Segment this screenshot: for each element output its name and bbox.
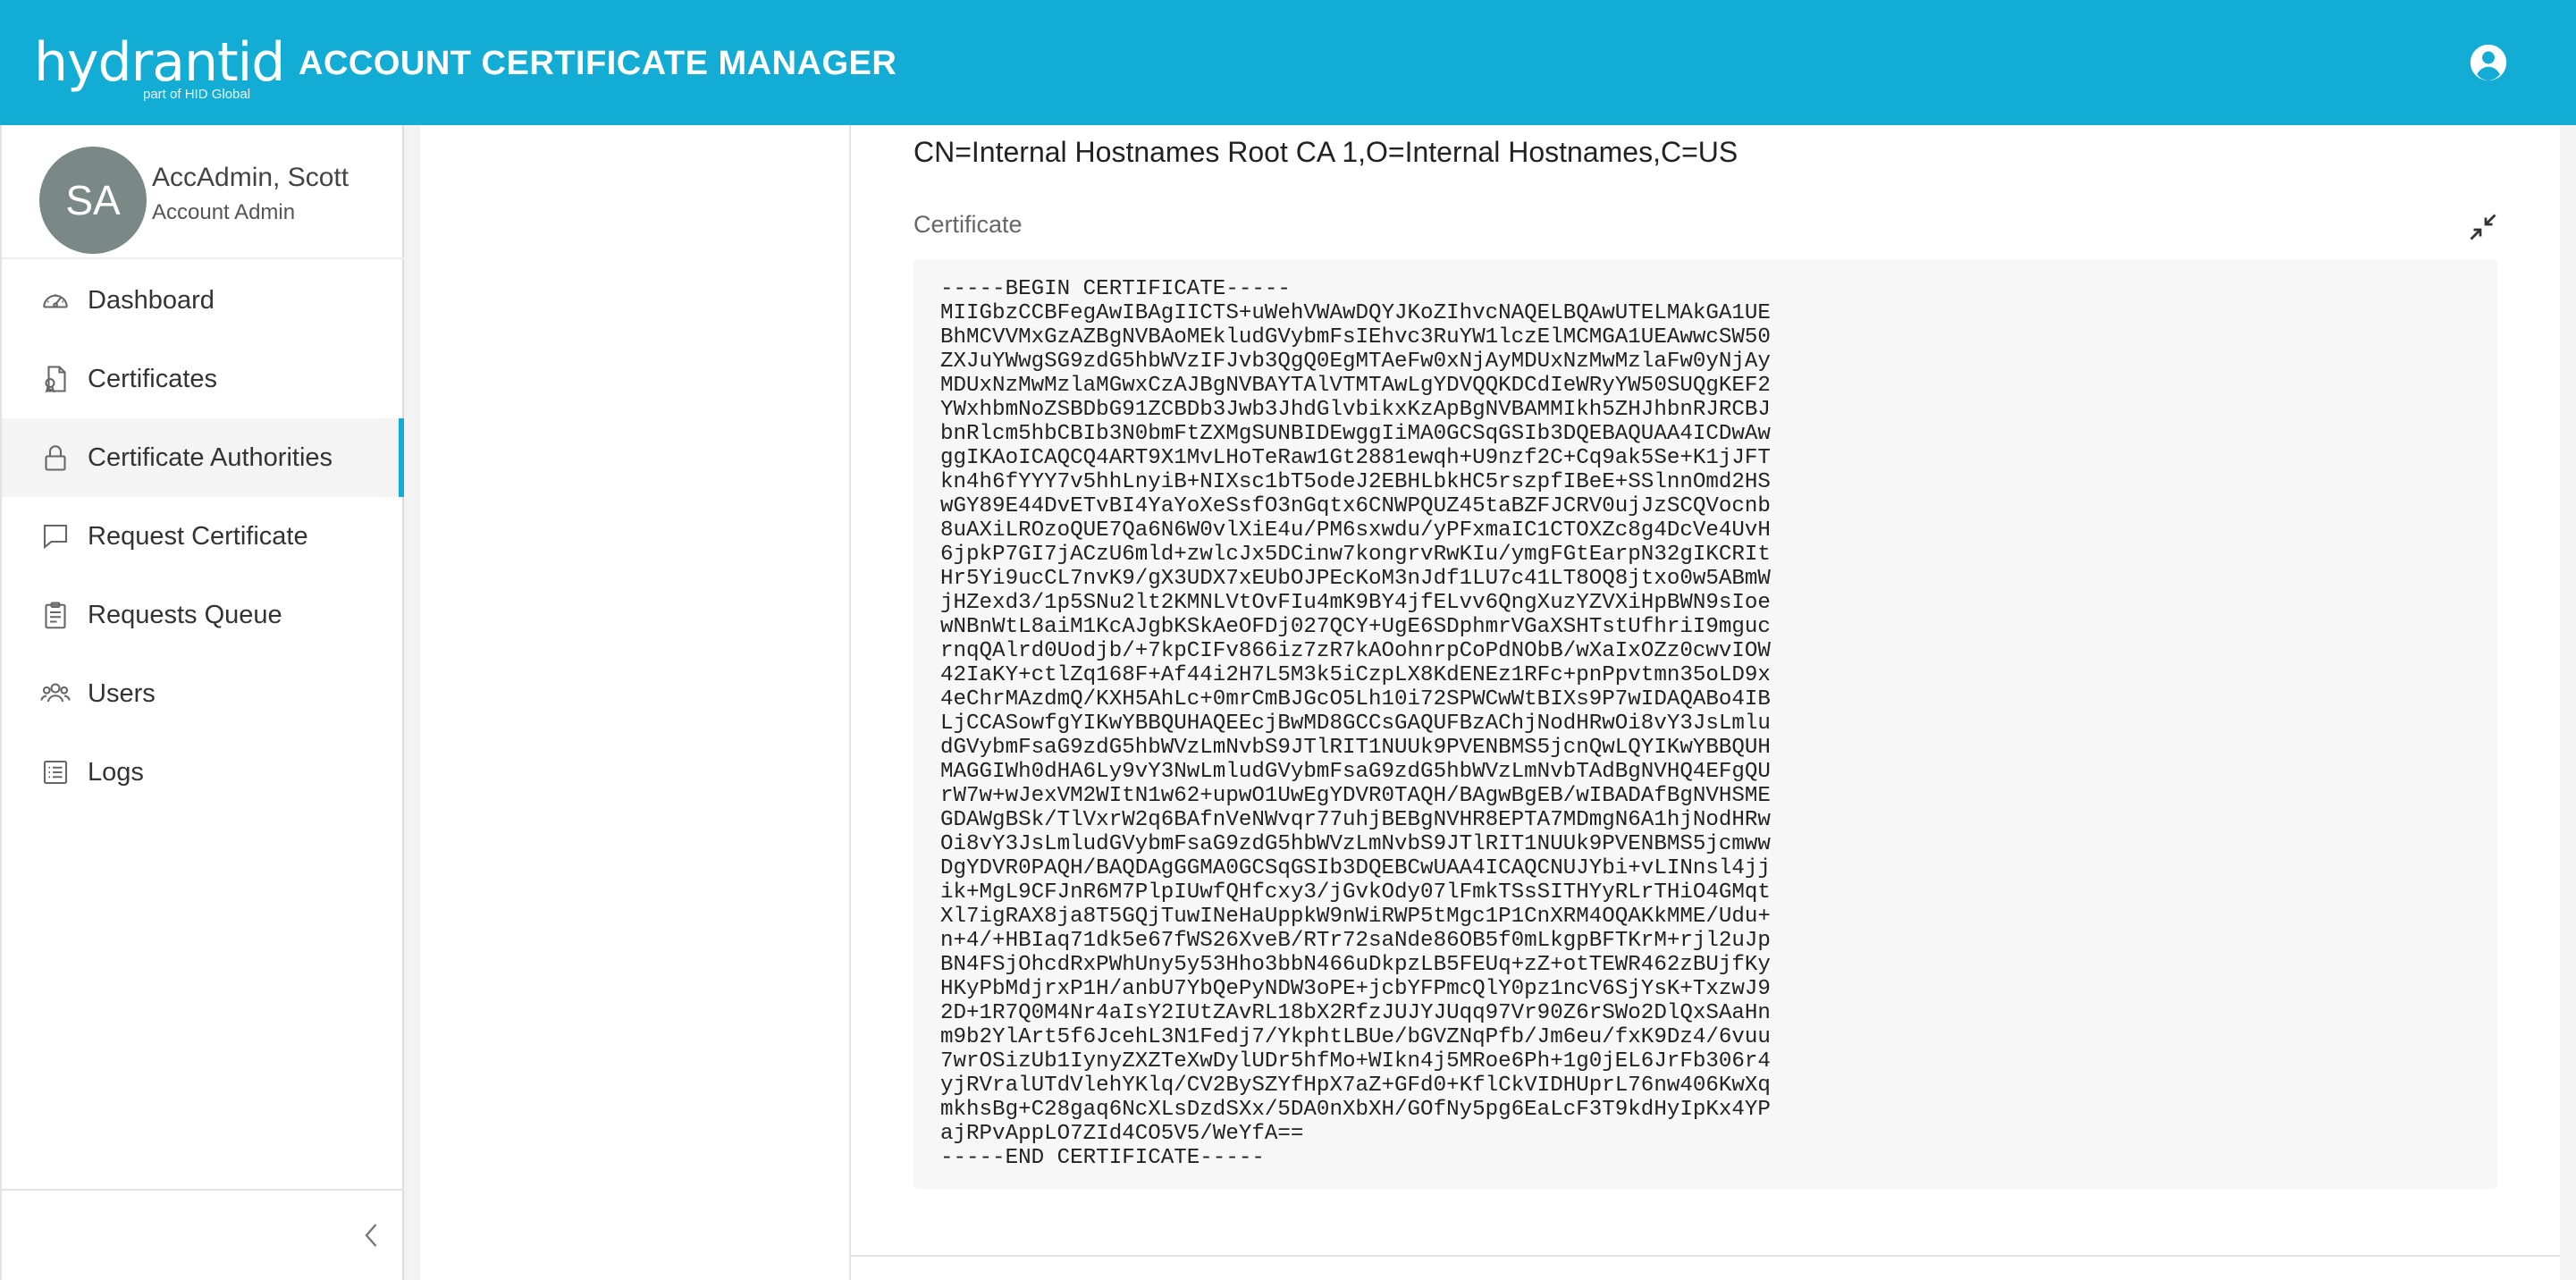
sidebar-item-label: Logs — [88, 757, 144, 787]
profile-name: AccAdmin, Scott — [152, 163, 349, 192]
top-app-bar: hydrantid part of HID Global ACCOUNT CER… — [0, 0, 2576, 125]
list-icon — [43, 760, 68, 785]
scroll-gutter — [2560, 125, 2576, 1280]
sidebar-item-label: Users — [88, 678, 156, 708]
certificate-label: Certificate — [913, 211, 1023, 238]
list-panel — [420, 125, 849, 1280]
clipboard-icon — [45, 602, 66, 629]
sidebar-item-users[interactable]: Users — [2, 654, 404, 733]
certificate-pem-box[interactable]: -----BEGIN CERTIFICATE----- MIIGbzCCBFeg… — [913, 259, 2497, 1189]
collapse-arrows-icon[interactable] — [2467, 211, 2499, 243]
profile-role: Account Admin — [152, 200, 296, 224]
issuer-dn: CN=Internal Hostnames Root CA 1,O=Intern… — [913, 136, 1738, 168]
avatar: SA — [39, 147, 147, 254]
sidebar-item-label: Requests Queue — [88, 600, 282, 629]
user-profile: SA AccAdmin, Scott Account Admin — [2, 125, 404, 259]
sidebar-item-label: Request Certificate — [88, 521, 308, 551]
sidebar-item-requests-queue[interactable]: Requests Queue — [2, 576, 404, 654]
chevron-left-icon[interactable] — [356, 1217, 388, 1253]
certificate-file-icon — [45, 366, 66, 393]
panel-gap — [404, 125, 420, 1280]
logo-wordmark: hydrantid — [34, 31, 285, 94]
lock-icon — [45, 445, 66, 471]
sidebar-item-label: Certificate Authorities — [88, 442, 333, 472]
sidebar-nav: Dashboard Certificates Certificate Autho… — [2, 261, 404, 812]
users-icon — [40, 683, 71, 703]
sidebar: SA AccAdmin, Scott Account Admin Dashboa… — [0, 125, 404, 1280]
sidebar-item-logs[interactable]: Logs — [2, 733, 404, 812]
next-section-edge — [851, 1255, 2560, 1280]
sidebar-item-request-certificate[interactable]: Request Certificate — [2, 497, 404, 576]
sidebar-item-label: Dashboard — [88, 285, 215, 315]
chat-bubble-icon — [43, 524, 68, 550]
certificate-pem-text: -----BEGIN CERTIFICATE----- MIIGbzCCBFeg… — [940, 277, 1771, 1170]
certificate-detail-panel: CN=Internal Hostnames Root CA 1,O=Intern… — [851, 125, 2560, 1255]
hydrantid-logo[interactable]: hydrantid part of HID Global — [34, 31, 285, 102]
sidebar-footer — [2, 1189, 404, 1280]
app-title: ACCOUNT CERTIFICATE MANAGER — [299, 45, 897, 82]
account-circle-icon[interactable] — [2469, 43, 2508, 82]
logo-tagline: part of HID Global — [143, 87, 251, 102]
sidebar-item-label: Certificates — [88, 364, 218, 393]
dashboard-gauge-icon — [43, 294, 68, 308]
sidebar-item-certificate-authorities[interactable]: Certificate Authorities — [2, 418, 404, 497]
sidebar-item-dashboard[interactable]: Dashboard — [2, 261, 404, 340]
sidebar-item-certificates[interactable]: Certificates — [2, 340, 404, 418]
